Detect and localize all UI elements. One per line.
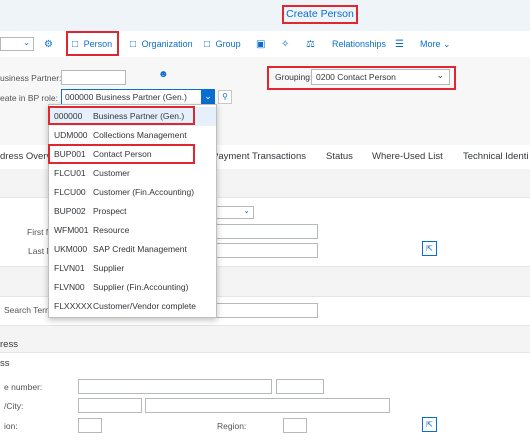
list-item[interactable]: BUP002 Prospect: [49, 202, 216, 221]
relationships-button-label: Relationships: [332, 39, 387, 49]
search-icon: ⚲: [222, 92, 228, 101]
grouping-select[interactable]: 0200 Contact Person ⌄: [311, 69, 450, 85]
list-item[interactable]: FLCU00 Customer (Fin.Accounting): [49, 183, 216, 202]
list-item[interactable]: WFM001 Resource: [49, 221, 216, 240]
list-icon: ☰: [395, 39, 404, 50]
group-button-label: Group: [215, 39, 241, 49]
value-help-button[interactable]: ⚲: [218, 90, 232, 104]
phone-label: e number:: [4, 382, 43, 392]
grouping-label: Grouping:: [275, 72, 313, 82]
search-term-label: Search Term: [4, 305, 53, 315]
create-in-role-label: eate in BP role:: [0, 93, 58, 103]
option-desc: Customer (Fin.Accounting): [93, 187, 195, 197]
option-code: FLCU01: [54, 168, 86, 178]
option-code: UKM000: [54, 244, 88, 254]
option-code: FLVN01: [54, 263, 85, 273]
tab-status[interactable]: Status: [326, 145, 353, 169]
option-desc: SAP Credit Management: [93, 244, 187, 254]
option-code: FLXXXXX: [54, 301, 93, 311]
document-icon: □: [72, 39, 79, 50]
chevron-down-icon: ⌄: [443, 39, 451, 49]
document-icon: □: [204, 39, 211, 50]
bp-role-dropdown-list: 000000 Business Partner (Gen.) UDM000 Co…: [48, 104, 217, 318]
more-button-label: More: [420, 39, 441, 49]
option-desc: Collections Management: [93, 130, 187, 140]
selected-option-highlight: [48, 106, 195, 125]
city-label: /City:: [4, 401, 24, 411]
list-item[interactable]: UDM000 Collections Management: [49, 126, 216, 145]
business-partner-input[interactable]: [61, 70, 126, 85]
phone-extension-input[interactable]: [276, 379, 324, 394]
person-button-label: Person: [83, 39, 113, 49]
option-desc: Supplier (Fin.Accounting): [93, 282, 189, 292]
person-button[interactable]: □ Person: [72, 31, 112, 57]
chevron-down-icon: ⌄: [23, 38, 30, 47]
tools-button[interactable]: ⚙: [44, 31, 58, 57]
chevron-down-icon: ⌄: [243, 206, 250, 215]
wand-icon: ✧: [281, 39, 290, 50]
bp-role-value: 000000 Business Partner (Gen.): [65, 92, 187, 102]
tab-address-overview[interactable]: dress Overv: [0, 145, 51, 169]
organization-button-label: Organization: [141, 39, 193, 49]
option-desc: Customer: [93, 168, 130, 178]
region-input[interactable]: [283, 418, 307, 433]
tools-icon: ⚙: [44, 39, 53, 50]
phone-input[interactable]: [78, 379, 272, 394]
bp-role-dropdown-button[interactable]: ⌄: [201, 89, 215, 105]
address-section-title: ress: [0, 339, 18, 350]
expand-icon: ⇱: [426, 420, 433, 429]
option-code: WFM001: [54, 225, 89, 235]
address-panel: ss e number: /City: ion: Region: ⇱: [0, 352, 530, 443]
settings-button[interactable]: ⚖: [306, 31, 318, 57]
city-input[interactable]: [145, 398, 390, 413]
document-icon: □: [130, 39, 137, 50]
country-label: ion:: [4, 421, 18, 431]
more-button[interactable]: More ⌄: [420, 31, 451, 57]
tab-where-used-list[interactable]: Where-Used List: [372, 145, 443, 169]
tab-technical-identification[interactable]: Technical Identi: [463, 145, 528, 169]
option-code: BUP002: [54, 206, 86, 216]
option-desc: Prospect: [93, 206, 127, 216]
balance-icon: ⚖: [306, 39, 315, 50]
list-item[interactable]: FLXXXXX Customer/Vendor complete: [49, 297, 216, 316]
page-title: Create Person: [282, 5, 358, 24]
expand-icon: ⇱: [426, 244, 433, 253]
toolbar: ⌄ ⚙ □ Person □ Organization □ Group ▣ ✧ …: [0, 31, 530, 57]
relationships-button[interactable]: Relationships: [332, 31, 386, 57]
list-item[interactable]: FLVN00 Supplier (Fin.Accounting): [49, 278, 216, 297]
expand-address-button[interactable]: ⇱: [422, 417, 437, 432]
tab-payment-transactions[interactable]: Payment Transactions: [212, 145, 306, 169]
list-item[interactable]: FLVN01 Supplier: [49, 259, 216, 278]
country-input[interactable]: [78, 418, 102, 433]
option-code: UDM000: [54, 130, 88, 140]
option-desc: Customer/Vendor complete: [93, 301, 196, 311]
organization-button[interactable]: □ Organization: [130, 31, 193, 57]
list-item[interactable]: FLCU01 Customer: [49, 164, 216, 183]
list-button[interactable]: ☰: [395, 31, 407, 57]
inbox-icon: ▣: [256, 39, 266, 50]
grouping-value: 0200 Contact Person: [316, 72, 396, 82]
title-bar: Create Person: [0, 0, 530, 31]
expand-name-button[interactable]: ⇱: [422, 241, 437, 256]
option-code: FLCU00: [54, 187, 86, 197]
bp-role-select[interactable]: 000000 Business Partner (Gen.): [61, 89, 215, 105]
group-button[interactable]: □ Group: [204, 31, 241, 57]
list-item[interactable]: UKM000 SAP Credit Management: [49, 240, 216, 259]
person-icon: ☻: [158, 69, 169, 80]
contact-person-option-highlight: [48, 144, 195, 164]
option-code: FLVN00: [54, 282, 85, 292]
address-sub-title: ss: [0, 358, 10, 369]
chevron-down-icon: ⌄: [204, 91, 212, 101]
option-desc: Supplier: [93, 263, 125, 273]
postal-code-input[interactable]: [78, 398, 142, 413]
option-desc: Resource: [93, 225, 130, 235]
toolbar-select[interactable]: ⌄: [0, 37, 34, 51]
mass-change-button[interactable]: ✧: [281, 31, 293, 57]
inbox-button[interactable]: ▣: [256, 31, 268, 57]
chevron-down-icon: ⌄: [436, 70, 444, 80]
region-label: Region:: [217, 421, 247, 431]
business-partner-label: usiness Partner:: [0, 73, 62, 83]
